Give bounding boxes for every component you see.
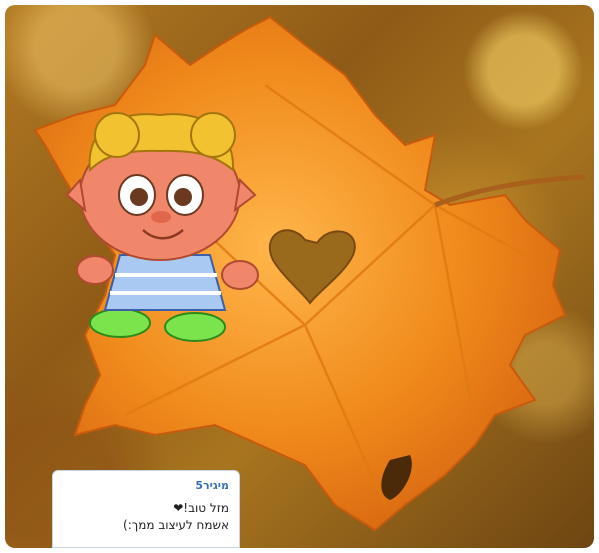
comment-author-link[interactable]: מיגיר5: [63, 479, 229, 492]
post-image-frame: [5, 5, 594, 548]
comment-box: מיגיר5 מזל טוב!❤ אשמח לעיצוב ממך:): [52, 470, 240, 548]
post-image: [33, 15, 586, 532]
comment-text-line-1: מזל טוב!❤: [173, 501, 229, 515]
comment-text-line-2: אשמח לעיצוב ממך:): [123, 518, 229, 532]
